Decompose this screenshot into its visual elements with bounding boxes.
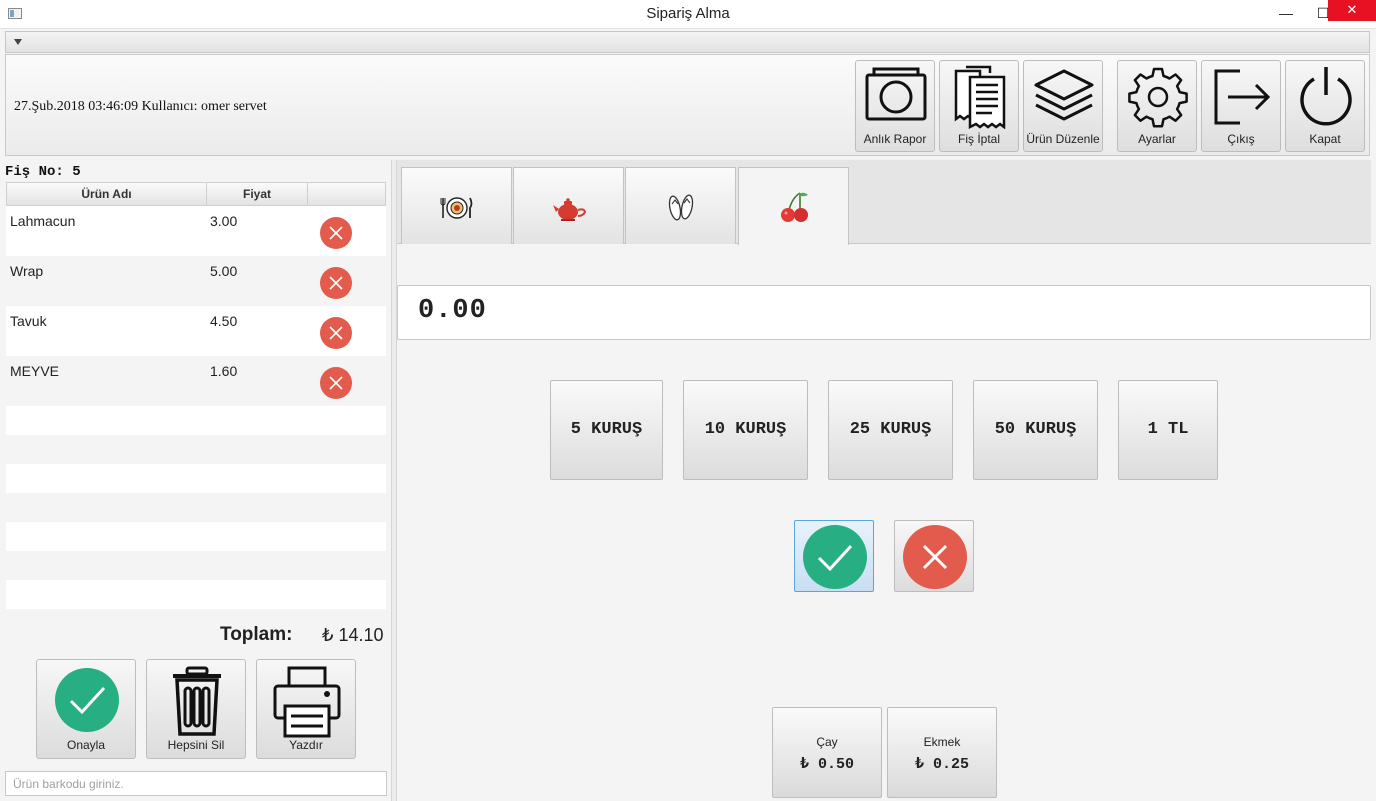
column-price[interactable]: Fiyat (207, 183, 308, 205)
close-circle-icon (903, 525, 967, 589)
settings-button[interactable]: Ayarlar (1117, 60, 1197, 152)
delete-all-label: Hepsini Sil (167, 738, 225, 752)
remove-item-button[interactable] (320, 317, 352, 349)
check-circle-icon (55, 668, 119, 732)
total-value: ₺ 14.10 (322, 625, 384, 645)
settings-label: Ayarlar (1138, 132, 1176, 146)
close-icon (329, 326, 343, 340)
remove-item-button[interactable] (320, 367, 352, 399)
coin-10-kurus-button[interactable]: 10 KURUŞ (683, 380, 808, 480)
layers-icon (1034, 69, 1094, 121)
gear-icon (1128, 67, 1188, 128)
coin-50-kurus-button[interactable]: 50 KURUŞ (973, 380, 1098, 480)
table-row[interactable]: Lahmacun 3.00 (6, 206, 386, 256)
tab-drinks[interactable] (513, 167, 624, 244)
close-window-button[interactable]: ✕ (1328, 0, 1376, 21)
empty-row (6, 580, 386, 609)
flip-flops-icon (668, 194, 694, 221)
print-button[interactable]: Yazdır (256, 659, 356, 759)
empty-row (6, 493, 386, 522)
receipt-table-body: Lahmacun 3.00 Wrap 5.00 Tavuk 4.50 MEYVE… (6, 206, 386, 609)
approve-order-label: Onayla (66, 738, 106, 752)
title-bar: Sipariş Alma — ☐ ✕ (0, 0, 1376, 29)
cherry-icon (781, 192, 808, 222)
close-icon (329, 376, 343, 390)
product-price: ₺ 0.25 (914, 756, 970, 773)
table-row[interactable]: MEYVE 1.60 (6, 356, 386, 406)
amount-display: 0.00 (397, 285, 1371, 340)
coin-25-kurus-button[interactable]: 25 KURUŞ (828, 380, 953, 480)
check-circle-icon (803, 525, 867, 589)
teapot-icon (553, 198, 587, 221)
approve-order-button[interactable]: Onayla (36, 659, 136, 759)
trash-icon (173, 666, 221, 736)
row-product-name: Lahmacun (10, 213, 76, 229)
confirm-amount-button[interactable] (794, 520, 874, 592)
empty-row (6, 522, 386, 551)
logout-label: Çıkış (1227, 132, 1255, 146)
shutdown-label: Kapat (1309, 132, 1341, 146)
receipt-cancel-label: Fiş İptal (957, 132, 1000, 146)
coin-1-tl-button[interactable]: 1 TL (1118, 380, 1218, 480)
row-price: 3.00 (210, 213, 238, 229)
clear-amount-button[interactable] (894, 520, 974, 592)
category-tabs (397, 160, 1371, 245)
logout-button[interactable]: Çıkış (1201, 60, 1281, 152)
print-label: Yazdır (289, 738, 323, 752)
instant-report-label: Anlık Rapor (863, 132, 927, 146)
table-row[interactable]: Wrap 5.00 (6, 256, 386, 306)
edit-products-label: Ürün Düzenle (1026, 132, 1100, 146)
edit-products-button[interactable]: Ürün Düzenle (1023, 60, 1103, 152)
barcode-input[interactable] (5, 771, 387, 796)
session-info: 27.Şub.2018 03:46:09 Kullanıcı: omer ser… (14, 99, 267, 114)
product-name: Çay (816, 735, 838, 749)
tab-accessories[interactable] (625, 167, 736, 244)
close-icon (329, 226, 343, 240)
panel-divider[interactable] (391, 160, 397, 801)
row-product-name: Tavuk (10, 313, 47, 329)
column-product-name[interactable]: Ürün Adı (7, 183, 207, 205)
close-icon (329, 276, 343, 290)
printer-icon (273, 666, 341, 738)
logout-icon (1214, 69, 1271, 125)
product-price: ₺ 0.50 (799, 756, 855, 773)
power-icon (1300, 67, 1352, 126)
row-price: 4.50 (210, 313, 238, 329)
toolbar-toggle-strip[interactable] (5, 31, 1370, 53)
total-label: Toplam: (220, 624, 293, 645)
delete-all-button[interactable]: Hepsini Sil (146, 659, 246, 759)
camera-icon (865, 67, 927, 121)
product-name: Ekmek (923, 735, 961, 749)
empty-row (6, 551, 386, 580)
dropdown-arrow-icon (14, 39, 22, 45)
receipt-table-header: Ürün Adı Fiyat (6, 182, 386, 206)
empty-row (6, 435, 386, 464)
plate-cutlery-icon (440, 197, 473, 219)
remove-item-button[interactable] (320, 267, 352, 299)
empty-row (6, 406, 386, 435)
receipt-number: Fiş No: 5 (5, 164, 81, 180)
row-product-name: Wrap (10, 263, 44, 279)
toolbar: 27.Şub.2018 03:46:09 Kullanıcı: omer ser… (5, 54, 1370, 156)
product-button[interactable]: Ekmek ₺ 0.25 (887, 707, 997, 798)
instant-report-button[interactable]: Anlık Rapor (855, 60, 935, 152)
coin-5-kurus-button[interactable]: 5 KURUŞ (550, 380, 663, 480)
empty-row (6, 464, 386, 493)
window-title: Sipariş Alma (646, 5, 730, 22)
receipt-panel: Fiş No: 5 Ürün Adı Fiyat Lahmacun 3.00 W… (4, 160, 389, 801)
row-price: 5.00 (210, 263, 238, 279)
product-button[interactable]: Çay ₺ 0.50 (772, 707, 882, 798)
receipt-cancel-button[interactable]: Fiş İptal (939, 60, 1019, 152)
row-product-name: MEYVE (10, 363, 60, 379)
remove-item-button[interactable] (320, 217, 352, 249)
shutdown-button[interactable]: Kapat (1285, 60, 1365, 152)
receipt-icon (954, 65, 1006, 129)
tab-food[interactable] (401, 167, 512, 244)
tab-fruit[interactable] (738, 167, 849, 245)
table-row[interactable]: Tavuk 4.50 (6, 306, 386, 356)
row-price: 1.60 (210, 363, 238, 379)
